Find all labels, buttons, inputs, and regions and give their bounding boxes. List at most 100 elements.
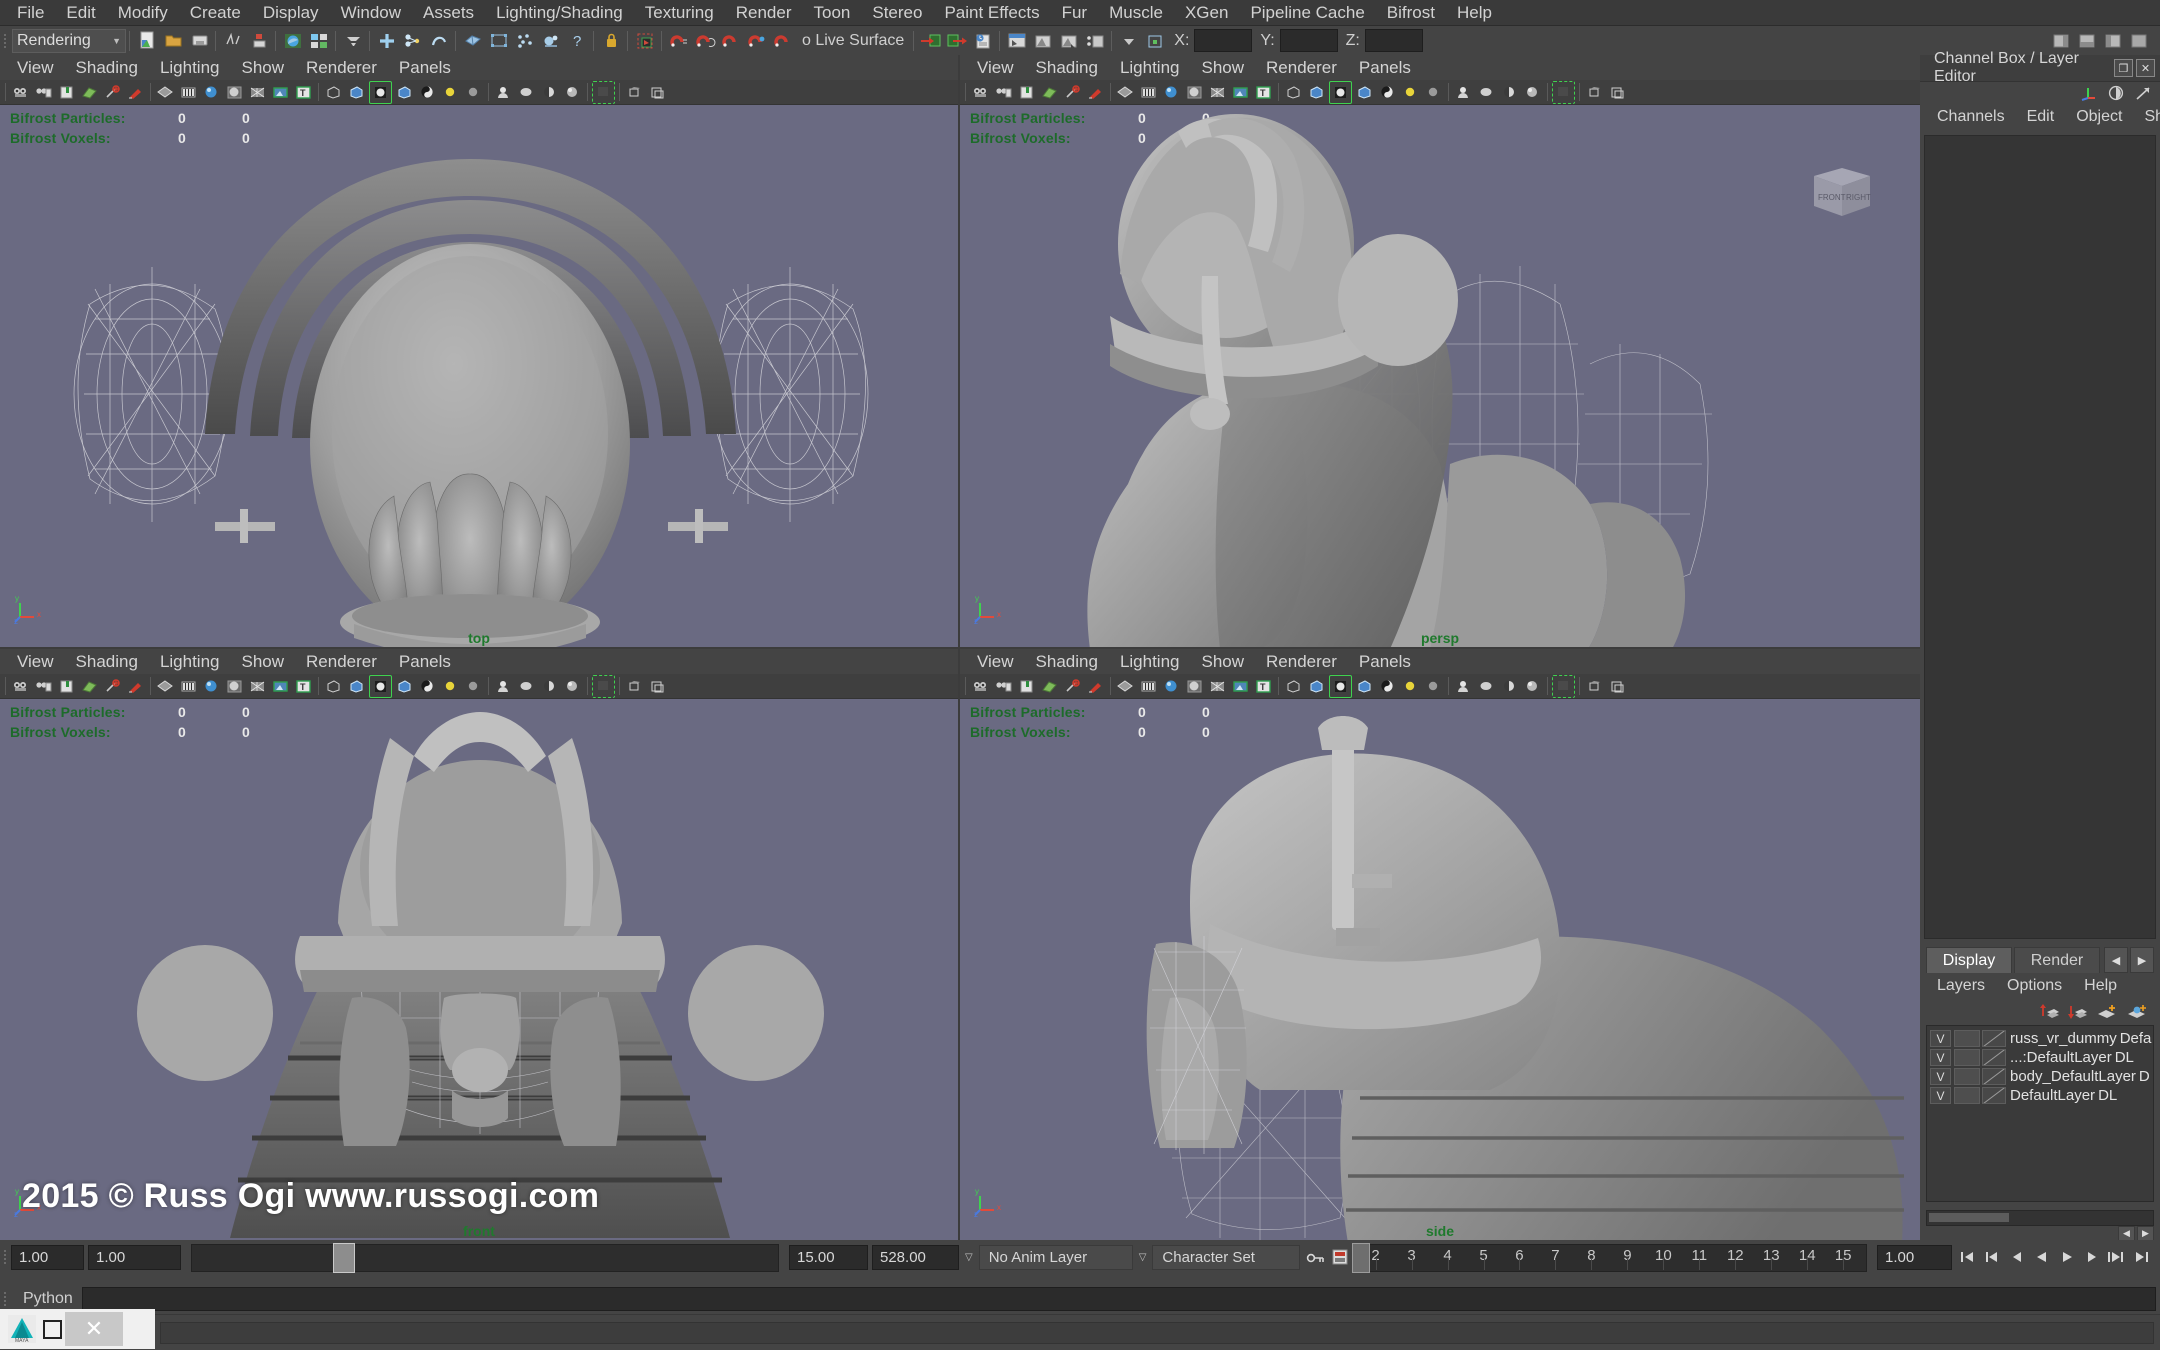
layer-visibility-toggle[interactable]: V bbox=[1930, 1030, 1951, 1047]
exposure-icon[interactable] bbox=[1584, 676, 1605, 697]
render-view-icon[interactable] bbox=[281, 29, 305, 53]
channel-menu-object[interactable]: Object bbox=[2065, 108, 2133, 126]
wireframe-on-shaded-icon[interactable] bbox=[1207, 82, 1228, 103]
layer-list[interactable]: V russ_vr_dummy Defa V ...:DefaultLayer … bbox=[1926, 1025, 2154, 1202]
smooth-shade-icon[interactable] bbox=[1161, 676, 1182, 697]
viewport-top-menu-panels[interactable]: Panels bbox=[388, 55, 462, 80]
snap-curve-icon[interactable] bbox=[667, 29, 691, 53]
snap-grid-icon[interactable] bbox=[633, 29, 657, 53]
viewport-persp-menu-renderer[interactable]: Renderer bbox=[1255, 55, 1348, 80]
animation-preferences-icon[interactable] bbox=[1328, 1246, 1351, 1269]
scroll-right-icon[interactable]: ▶ bbox=[2137, 1226, 2154, 1241]
grid-icon[interactable] bbox=[1476, 676, 1497, 697]
layer-row-1[interactable]: V ...:DefaultLayer DL bbox=[1927, 1048, 2153, 1067]
film-gate-icon[interactable] bbox=[539, 676, 560, 697]
scroll-left-icon[interactable]: ◀ bbox=[2118, 1226, 2135, 1241]
isolate-select-icon[interactable] bbox=[1329, 80, 1352, 104]
shadows-icon[interactable] bbox=[1354, 676, 1375, 697]
all-lights-icon[interactable] bbox=[1453, 82, 1474, 103]
light-icon[interactable] bbox=[440, 676, 461, 697]
viewport-top-menu-show[interactable]: Show bbox=[231, 55, 296, 80]
image-plane-icon[interactable] bbox=[1039, 82, 1060, 103]
layer-row-0[interactable]: V russ_vr_dummy Defa bbox=[1927, 1029, 2153, 1048]
channel-menu-edit[interactable]: Edit bbox=[2016, 108, 2066, 126]
bookmarks-icon[interactable] bbox=[56, 676, 77, 697]
snap-object-icon[interactable] bbox=[771, 29, 795, 53]
play-backwards-icon[interactable] bbox=[2030, 1246, 2053, 1269]
channel-box-icon[interactable] bbox=[2080, 85, 2098, 101]
playback-range-slider[interactable] bbox=[183, 1240, 787, 1274]
viewport-side-menu-show[interactable]: Show bbox=[1191, 649, 1256, 674]
show-hide-tool-settings-icon[interactable] bbox=[2127, 29, 2151, 53]
timeslider-grip[interactable] bbox=[0, 1244, 9, 1270]
xray-joints-icon[interactable] bbox=[346, 676, 367, 697]
image-plane-icon[interactable] bbox=[79, 676, 100, 697]
playback-speed-field[interactable]: 1.00 bbox=[1877, 1244, 1952, 1270]
flat-shade-icon[interactable] bbox=[224, 676, 245, 697]
anim-end-field[interactable]: 15.00 bbox=[789, 1244, 868, 1270]
toolbar-grip[interactable] bbox=[0, 28, 9, 54]
layer-shading-toggle[interactable] bbox=[1982, 1068, 2006, 1085]
text-display-icon[interactable]: T bbox=[1253, 676, 1274, 697]
grid-icon[interactable] bbox=[1476, 82, 1497, 103]
undo-icon[interactable] bbox=[221, 29, 245, 53]
flat-shade-icon[interactable] bbox=[224, 82, 245, 103]
gate-mask-icon[interactable] bbox=[1552, 674, 1575, 698]
step-forward-frame-icon[interactable] bbox=[2080, 1246, 2103, 1269]
select-by-hierarchy-icon[interactable] bbox=[375, 29, 399, 53]
bookmarks-icon[interactable] bbox=[1016, 676, 1037, 697]
isolate-select-icon[interactable] bbox=[369, 80, 392, 104]
hardware-texturing-icon[interactable] bbox=[1230, 676, 1251, 697]
redo-icon[interactable] bbox=[247, 29, 271, 53]
menu-muscle[interactable]: Muscle bbox=[1098, 0, 1174, 25]
xray-icon[interactable] bbox=[1283, 676, 1304, 697]
xray-joints-icon[interactable] bbox=[1306, 676, 1327, 697]
shadows-icon[interactable] bbox=[1354, 82, 1375, 103]
wireframe-icon[interactable] bbox=[155, 82, 176, 103]
text-display-icon[interactable]: T bbox=[1253, 82, 1274, 103]
hardware-texturing-icon[interactable] bbox=[270, 676, 291, 697]
smooth-shade-all-icon[interactable] bbox=[178, 82, 199, 103]
prev-tab-icon[interactable]: ◀ bbox=[2104, 947, 2128, 973]
menu-set-selector[interactable]: Rendering ▼ bbox=[12, 28, 126, 53]
snap-view-plane-icon[interactable] bbox=[719, 29, 743, 53]
default-light-icon[interactable] bbox=[1423, 676, 1444, 697]
isolate-select-icon[interactable] bbox=[1329, 674, 1352, 698]
viewport-front-menu-lighting[interactable]: Lighting bbox=[149, 649, 231, 674]
character-set-selector[interactable]: Character Set bbox=[1152, 1244, 1301, 1270]
input-connections-icon[interactable] bbox=[919, 29, 943, 53]
viewport-persp-menu-lighting[interactable]: Lighting bbox=[1109, 55, 1191, 80]
viewport-front-menu-shading[interactable]: Shading bbox=[65, 649, 149, 674]
view-cube[interactable]: FRONT RIGHT bbox=[1806, 162, 1878, 224]
resolution-gate-icon[interactable] bbox=[1522, 82, 1543, 103]
camera-attributes-icon[interactable] bbox=[993, 82, 1014, 103]
gamma-icon[interactable] bbox=[1607, 676, 1628, 697]
layer-row-3[interactable]: V DefaultLayer DL bbox=[1927, 1086, 2153, 1105]
viewport-front-menu-show[interactable]: Show bbox=[231, 649, 296, 674]
move-layer-down-icon[interactable] bbox=[2068, 1003, 2088, 1020]
menu-modify[interactable]: Modify bbox=[107, 0, 179, 25]
step-forward-key-icon[interactable] bbox=[2105, 1246, 2128, 1269]
text-display-icon[interactable]: T bbox=[293, 82, 314, 103]
menu-display[interactable]: Display bbox=[252, 0, 330, 25]
camera-attributes-icon[interactable] bbox=[993, 676, 1014, 697]
smooth-shade-icon[interactable] bbox=[201, 676, 222, 697]
viewport-persp-menu-shading[interactable]: Shading bbox=[1025, 55, 1109, 80]
menu-fur[interactable]: Fur bbox=[1051, 0, 1099, 25]
viewport-top-menu-shading[interactable]: Shading bbox=[65, 55, 149, 80]
viewport-front-canvas[interactable]: Bifrost Particles: 0 0 Bifrost Voxels: 0… bbox=[0, 698, 958, 1240]
smooth-shade-all-icon[interactable] bbox=[178, 676, 199, 697]
viewport-side-menu-view[interactable]: View bbox=[966, 649, 1025, 674]
layer-shading-toggle[interactable] bbox=[1982, 1030, 2006, 1047]
wireframe-on-shaded-icon[interactable] bbox=[247, 82, 268, 103]
flat-shade-icon[interactable] bbox=[1184, 676, 1205, 697]
viewport-persp[interactable]: View Shading Lighting Show Renderer Pane… bbox=[960, 55, 1920, 647]
gate-mask-icon[interactable] bbox=[592, 80, 615, 104]
resolution-gate-icon[interactable] bbox=[562, 676, 583, 697]
default-light-icon[interactable] bbox=[463, 82, 484, 103]
shadows-icon[interactable] bbox=[394, 676, 415, 697]
play-forwards-icon[interactable] bbox=[2055, 1246, 2078, 1269]
text-display-icon[interactable]: T bbox=[293, 676, 314, 697]
viewport-persp-menu-panels[interactable]: Panels bbox=[1348, 55, 1422, 80]
time-slider-frames[interactable]: 2 3 4 5 6 7 8 9 10 11 12 13 14 15 bbox=[1352, 1240, 1875, 1274]
